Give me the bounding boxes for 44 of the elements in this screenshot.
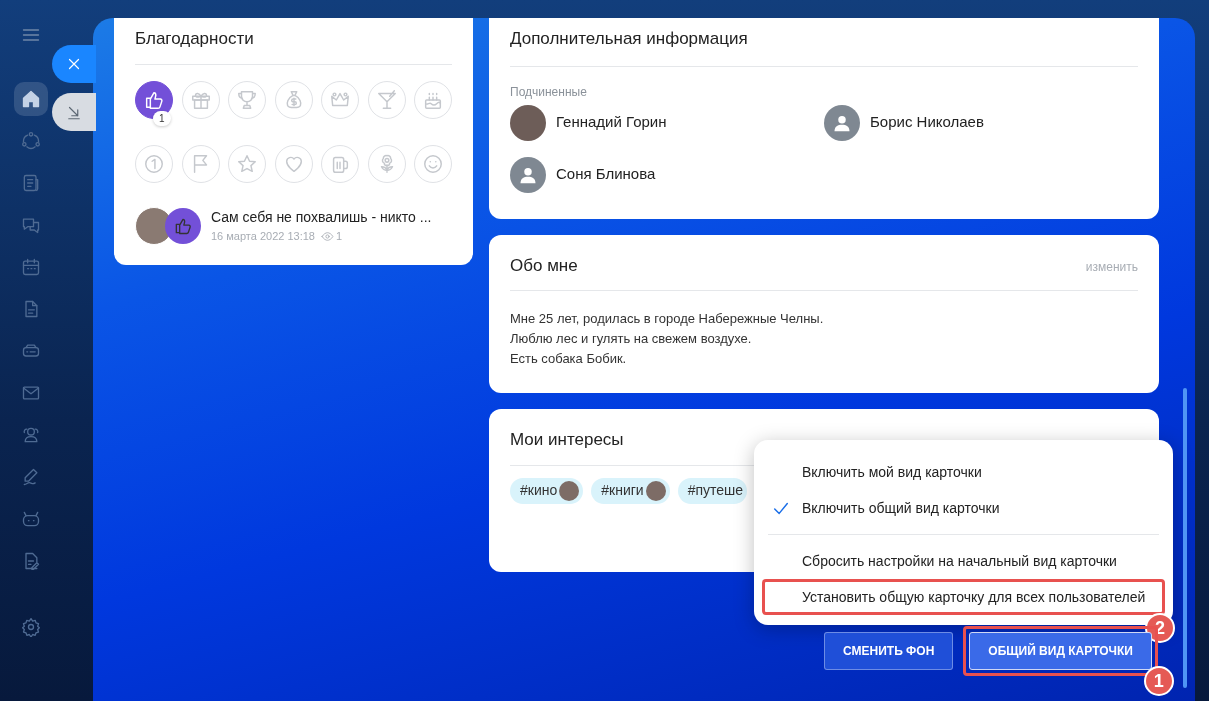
- about-text: Мне 25 лет, родилась в городе Набережные Челны.: [510, 310, 825, 328]
- menu-item[interactable]: Установить общую карточку для всех пользователей: [768, 583, 1159, 611]
- interest-tag[interactable]: #путеше: [677, 477, 748, 504]
- check-icon: [772, 500, 790, 516]
- star-icon: [236, 152, 258, 175]
- home-icon: [21, 89, 41, 109]
- trophy-icon: [236, 88, 258, 111]
- menu-item[interactable]: Включить мой вид карточки: [768, 458, 1159, 486]
- eye-icon: [321, 229, 334, 243]
- smile-icon: [422, 152, 444, 175]
- post-date: 16 марта 2022 13:18: [211, 228, 315, 244]
- interest-tag[interactable]: #книги: [591, 477, 670, 504]
- nodes-icon: [21, 131, 41, 151]
- avatar-photo: [645, 480, 666, 501]
- card-title: Обо мне: [510, 254, 578, 277]
- person-name[interactable]: Борис Николаев: [870, 111, 984, 134]
- thumbs-up-badge: [165, 207, 201, 244]
- section-label: Подчиненные: [510, 83, 588, 101]
- person-name[interactable]: Геннадий Горин: [556, 111, 667, 134]
- avatar-photo: [559, 480, 580, 501]
- card-title: Дополнительная информация: [510, 28, 748, 50]
- number-one-icon: [143, 152, 165, 175]
- minimize-button[interactable]: [52, 93, 96, 131]
- card-title: Мои интересы: [510, 429, 624, 451]
- about-text: Есть собака Бобик.: [510, 350, 628, 368]
- action-button[interactable]: ОБЩИЙ ВИД КАРТОЧКИ: [969, 632, 1152, 670]
- robot-icon: [21, 509, 41, 529]
- close-button[interactable]: [52, 45, 96, 83]
- interest-tag[interactable]: #кино: [510, 477, 584, 504]
- settings-icon: [21, 617, 41, 637]
- people-icon: [21, 425, 41, 445]
- about-text: Люблю лес и гулять на свежем воздухе.: [510, 330, 753, 348]
- step-marker: 1: [1143, 666, 1174, 696]
- person-name[interactable]: Соня Блинова: [556, 163, 656, 186]
- calendar-icon: [21, 257, 41, 277]
- card-title: Благодарности: [135, 28, 254, 50]
- sidebar-item[interactable]: [14, 82, 48, 116]
- post-text: Сам себя не похвалишь - никто ...: [211, 207, 432, 227]
- cocktail-icon: [375, 88, 398, 111]
- menu-item[interactable]: Включить общий вид карточки: [768, 494, 1159, 522]
- action-button[interactable]: СМЕНИТЬ ФОН: [824, 632, 954, 670]
- view-count: 1: [336, 228, 343, 244]
- newspaper-icon: [21, 173, 41, 193]
- menu-item[interactable]: Сбросить настройки на начальный вид карточки: [768, 547, 1159, 575]
